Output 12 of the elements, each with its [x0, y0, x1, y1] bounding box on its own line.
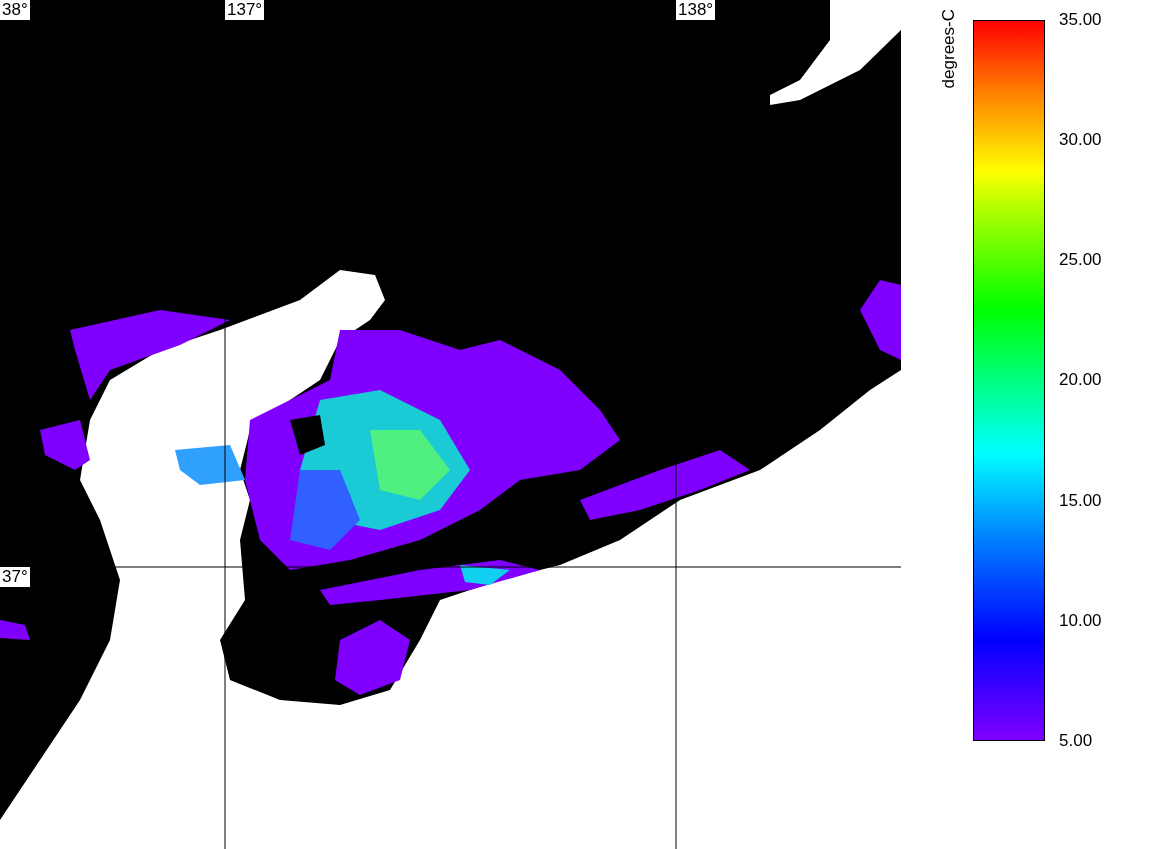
colorbar-tick-label: 15.00 [1059, 489, 1102, 512]
longitude-label: 138° [676, 0, 716, 20]
colorbar-tick-label: 20.00 [1059, 369, 1102, 392]
latitude-label: 37° [0, 567, 30, 587]
longitude-label: 137° [225, 0, 265, 20]
colorbar-tick-label: 5.00 [1059, 729, 1094, 752]
colorbar-title: degrees-C [939, 9, 959, 91]
colorbar-tick-label: 35.00 [1059, 9, 1102, 31]
latitude-label: 38° [0, 0, 30, 20]
colorbar-tick-label: 25.00 [1059, 249, 1102, 272]
colorbar-tick-label: 10.00 [1059, 609, 1102, 632]
colorbar-tick-label: 30.00 [1059, 129, 1102, 152]
